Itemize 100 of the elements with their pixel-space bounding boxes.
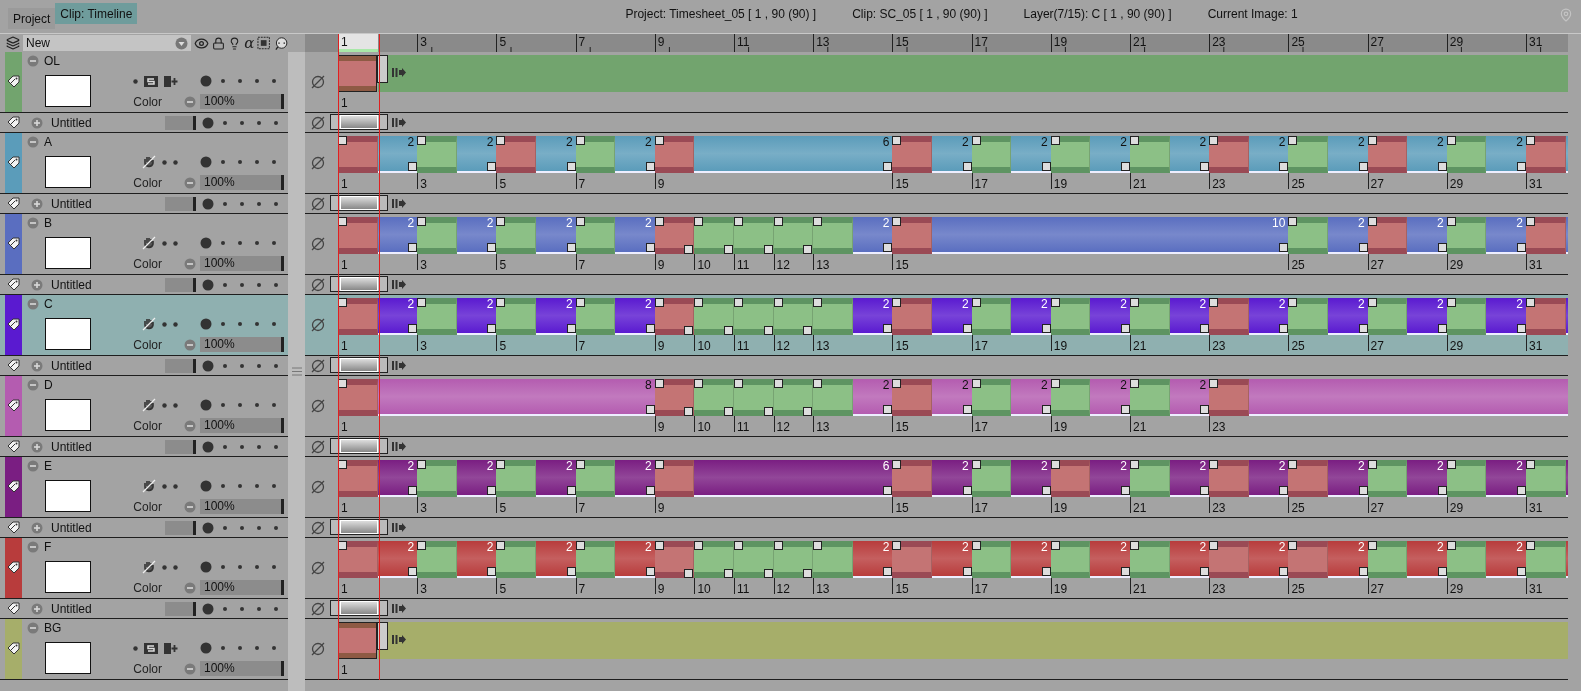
opacity-field[interactable]: 100% [200, 337, 284, 352]
opacity-field[interactable]: 100% [200, 256, 284, 271]
layer-row[interactable]: BG Color 100% [0, 619, 288, 680]
hold-bar[interactable]: 2 [1169, 136, 1210, 173]
alpha-toggle[interactable]: α [244, 35, 255, 51]
hold-bar[interactable]: 2 [456, 298, 497, 335]
hold-bar[interactable]: 2 [852, 217, 893, 254]
hold-bar[interactable]: 10 [932, 217, 1289, 254]
hold-bar[interactable]: 2 [1407, 460, 1447, 497]
hold-bar[interactable]: 2 [615, 136, 655, 173]
hold-bar[interactable]: 6 [694, 136, 893, 173]
hold-count: 2 [1278, 459, 1286, 473]
hold-bar[interactable]: 2 [852, 541, 893, 578]
hold-bar[interactable]: 2 [536, 541, 576, 578]
hold-bar[interactable]: 2 [536, 136, 576, 173]
layer-row[interactable]: D Color 100% [0, 376, 288, 437]
hold-bar[interactable]: 2 [377, 541, 418, 578]
hold-bar[interactable]: 2 [1407, 136, 1447, 173]
hold-bar[interactable]: 2 [377, 460, 418, 497]
hold-bar[interactable]: 2 [1486, 136, 1526, 173]
hold-bar[interactable]: 2 [1328, 541, 1368, 578]
hold-count: 2 [1041, 378, 1048, 392]
opacity-field[interactable]: 100% [200, 94, 284, 109]
layer-row[interactable]: OL Color 100% [0, 52, 288, 113]
hold-bar[interactable]: 2 [1248, 298, 1289, 335]
hold-count: 10 [1272, 216, 1286, 230]
hold-bar[interactable]: 2 [615, 298, 655, 335]
hold-bar[interactable]: 2 [377, 217, 418, 254]
new-layer-dropdown[interactable]: New [23, 35, 192, 51]
opacity-field[interactable]: 100% [200, 175, 284, 190]
hold-bar[interactable]: 2 [1169, 379, 1210, 416]
hold-bar[interactable]: 2 [1486, 217, 1526, 254]
opacity-field[interactable]: 100% [200, 661, 284, 676]
frame-ruler[interactable]: 1 3 5 7 9 11 13 15 17 19 21 23 25 27 29 31 [305, 34, 1568, 52]
hold-bar[interactable]: 2 [1169, 541, 1210, 578]
hold-bar[interactable]: 2 [1011, 541, 1051, 578]
hold-bar[interactable]: 2 [615, 541, 655, 578]
hold-bar[interactable]: 2 [1248, 460, 1289, 497]
hold-bar[interactable]: 2 [1090, 379, 1130, 416]
hold-bar[interactable]: 6 [694, 460, 893, 497]
hold-bar[interactable]: 2 [1407, 298, 1447, 335]
color-label: Color [133, 418, 162, 433]
hold-bar[interactable]: 2 [1090, 460, 1130, 497]
hold-count: 2 [1120, 540, 1127, 554]
hold-bar[interactable]: 2 [932, 136, 972, 173]
hold-bar[interactable]: 2 [1328, 460, 1368, 497]
tab[interactable]: Clip: Timeline [55, 3, 138, 24]
hold-bar[interactable]: 2 [852, 379, 893, 416]
hold-bar[interactable]: 2 [1407, 217, 1447, 254]
hold-bar[interactable]: 2 [1011, 298, 1051, 335]
ruler-frame-number[interactable]: 1 [338, 34, 378, 52]
hold-bar[interactable]: 2 [456, 136, 497, 173]
hold-bar[interactable]: 2 [1486, 298, 1526, 335]
hold-bar[interactable]: 2 [1011, 136, 1051, 173]
hold-bar[interactable]: 2 [1169, 460, 1210, 497]
layer-row[interactable]: A Color 100% [0, 133, 288, 194]
opacity-field[interactable]: 100% [200, 499, 284, 514]
hold-bar[interactable]: 2 [1328, 298, 1368, 335]
hold-bar[interactable]: 2 [932, 298, 972, 335]
hold-bar[interactable]: 2 [615, 217, 655, 254]
hold-bar[interactable]: 2 [932, 541, 972, 578]
hold-bar[interactable]: 2 [932, 460, 972, 497]
layer-row[interactable]: C Color 100% [0, 295, 288, 356]
opacity-field[interactable]: 100% [200, 580, 284, 595]
hold-bar[interactable]: 2 [1486, 541, 1526, 578]
hold-bar[interactable]: 2 [377, 136, 418, 173]
hold-bar[interactable]: 2 [536, 460, 576, 497]
hold-bar[interactable]: 2 [1248, 136, 1289, 173]
layer-row[interactable]: F Color 100% [0, 538, 288, 599]
hold-bar[interactable]: 2 [456, 217, 497, 254]
hold-bar[interactable]: 2 [932, 379, 972, 416]
hold-bar[interactable]: 2 [536, 217, 576, 254]
frame-number: 19 [1050, 578, 1068, 594]
hold-bar[interactable]: 2 [1328, 136, 1368, 173]
tab[interactable]: Project [8, 8, 56, 29]
hold-bar[interactable]: 2 [1486, 460, 1526, 497]
hold-bar[interactable]: 2 [1090, 541, 1130, 578]
layer-row[interactable]: E Color 100% [0, 457, 288, 518]
layer-row[interactable]: B Color 100% [0, 214, 288, 275]
hold-bar[interactable]: 2 [536, 298, 576, 335]
hold-bar[interactable]: 2 [1011, 460, 1051, 497]
hold-bar[interactable]: 2 [456, 460, 497, 497]
layer-name: Untitled [51, 601, 93, 616]
frame-number: 3 [417, 173, 427, 189]
hold-bar[interactable]: 2 [1090, 136, 1130, 173]
color-label: Color [133, 661, 162, 676]
hold-bar[interactable]: 2 [1407, 541, 1447, 578]
hold-bar[interactable]: 8 [377, 379, 655, 416]
hold-bar[interactable]: 2 [1328, 217, 1368, 254]
hold-bar[interactable]: 2 [1090, 298, 1130, 335]
frame-number: 27 [1367, 578, 1384, 594]
hold-bar[interactable]: 2 [615, 460, 655, 497]
hold-bar[interactable]: 2 [377, 298, 418, 335]
hold-bar[interactable]: 2 [852, 298, 893, 335]
frame-number: 11 [734, 335, 750, 351]
hold-bar[interactable]: 2 [1169, 298, 1210, 335]
hold-bar[interactable]: 2 [1011, 379, 1051, 416]
hold-bar[interactable]: 2 [456, 541, 497, 578]
hold-bar[interactable]: 2 [1248, 541, 1289, 578]
opacity-field[interactable]: 100% [200, 418, 284, 433]
